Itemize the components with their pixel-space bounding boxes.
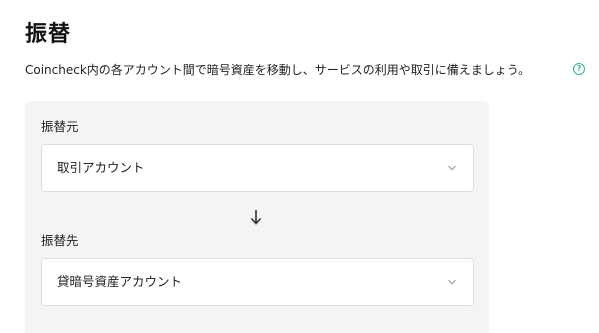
transfer-panel: 振替元 取引アカウント 振替先 貸暗号資産アカウント	[25, 101, 489, 333]
to-account-label: 振替先	[41, 233, 79, 248]
help-icon[interactable]: ?	[573, 63, 585, 75]
to-account-value: 貸暗号資産アカウント	[57, 274, 183, 289]
page-title: 振替	[25, 22, 72, 47]
chevron-down-icon	[448, 279, 456, 285]
to-account-select[interactable]: 貸暗号資産アカウント	[41, 258, 474, 306]
from-account-label: 振替元	[41, 119, 79, 134]
page-description: Coincheck内の各アカウント間で暗号資産を移動し、サービスの利用や取引に備…	[25, 63, 531, 77]
arrow-down-icon	[250, 210, 262, 225]
from-account-value: 取引アカウント	[57, 160, 145, 175]
chevron-down-icon	[448, 165, 456, 171]
from-account-select[interactable]: 取引アカウント	[41, 144, 474, 192]
